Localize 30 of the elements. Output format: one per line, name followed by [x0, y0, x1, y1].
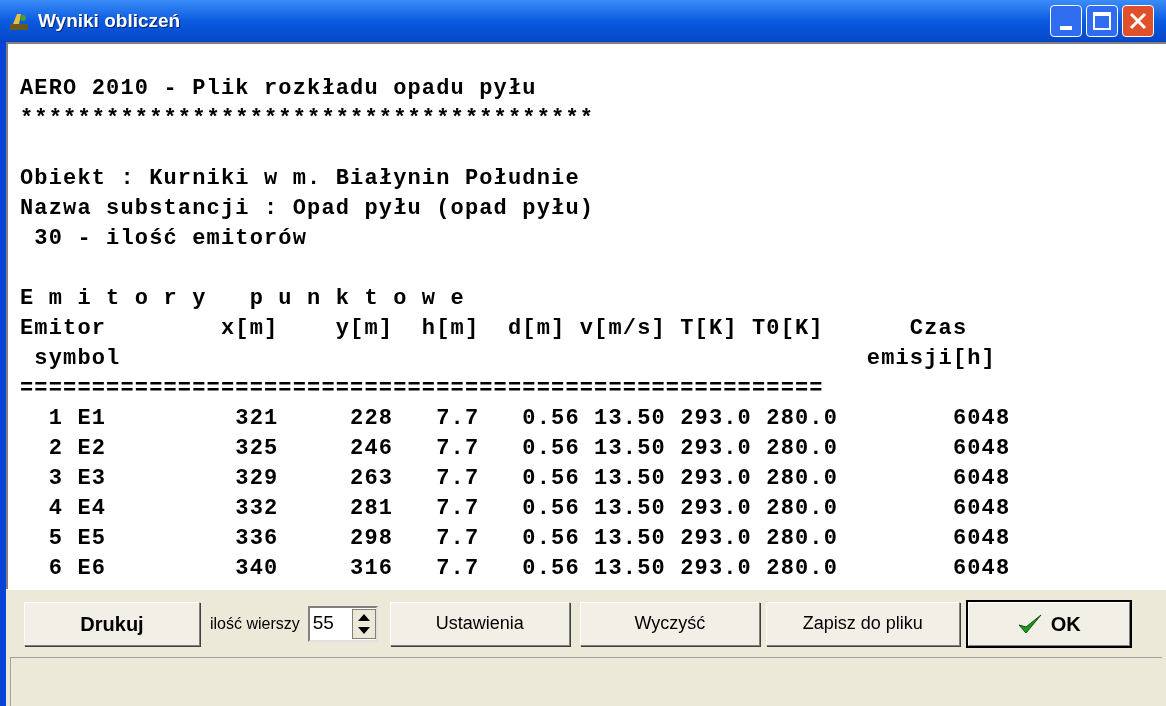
report-line: 5 E5 336 298 7.7 0.56 13.50 293.0 280.0 6048 [47, 525, 1011, 553]
report-line: symbol emisji[h] [33, 345, 996, 373]
report-line: 4 E4 332 281 7.7 0.56 13.50 293.0 280.0 6048 [47, 495, 1011, 523]
report-line: 2 E2 325 246 7.7 0.56 13.50 293.0 280.0 6048 [47, 435, 1011, 463]
rows-spinner[interactable]: 55 [307, 605, 378, 642]
toolbar-button[interactable]: Zapisz do pliku [765, 601, 960, 646]
toolbar-button[interactable]: Ustawienia [389, 601, 570, 646]
spin-arrows-icon [351, 608, 376, 639]
maximize-button[interactable] [1086, 5, 1118, 37]
toolbar-button[interactable]: Wyczyść [579, 601, 760, 646]
report-line: 6 E6 340 316 7.7 0.56 13.50 293.0 280.0 6048 [47, 555, 1011, 583]
ok-button[interactable]: OK [967, 601, 1130, 646]
close-button[interactable] [1122, 5, 1154, 37]
minimize-button[interactable] [1050, 5, 1082, 37]
maximize-icon [1093, 12, 1111, 30]
report-line: **************************************** [20, 105, 595, 133]
report-line: AERO 2010 - Plik rozkładu opadu pyłu [20, 75, 537, 103]
report-line: 3 E3 329 263 7.7 0.56 13.50 293.0 280.0 6048 [47, 465, 1011, 493]
report-line: ======================================================== [20, 375, 824, 403]
report-line: E m i t o r y p u n k t o w e [20, 285, 465, 313]
report-line: 1 E1 321 228 7.7 0.56 13.50 293.0 280.0 6048 [47, 405, 1011, 433]
window-title: Wyniki obliczeń [38, 8, 181, 33]
report-line: Obiekt : Kurniki w m. Białynin Południe [20, 165, 580, 193]
close-icon [1129, 12, 1147, 30]
rows-label: ilość wierszy [210, 613, 300, 634]
toolbar-button[interactable]: Drukuj [24, 601, 200, 646]
report-line: Nazwa substancji : Opad pyłu (opad pyłu) [20, 195, 595, 223]
report-line: 30 - ilość emitorów [33, 225, 308, 253]
report-line: Emitor x[m] y[m] h[m] d[m] v[m/s] T[K] T0[K] Czas [20, 315, 968, 343]
minimize-icon [1060, 26, 1072, 30]
